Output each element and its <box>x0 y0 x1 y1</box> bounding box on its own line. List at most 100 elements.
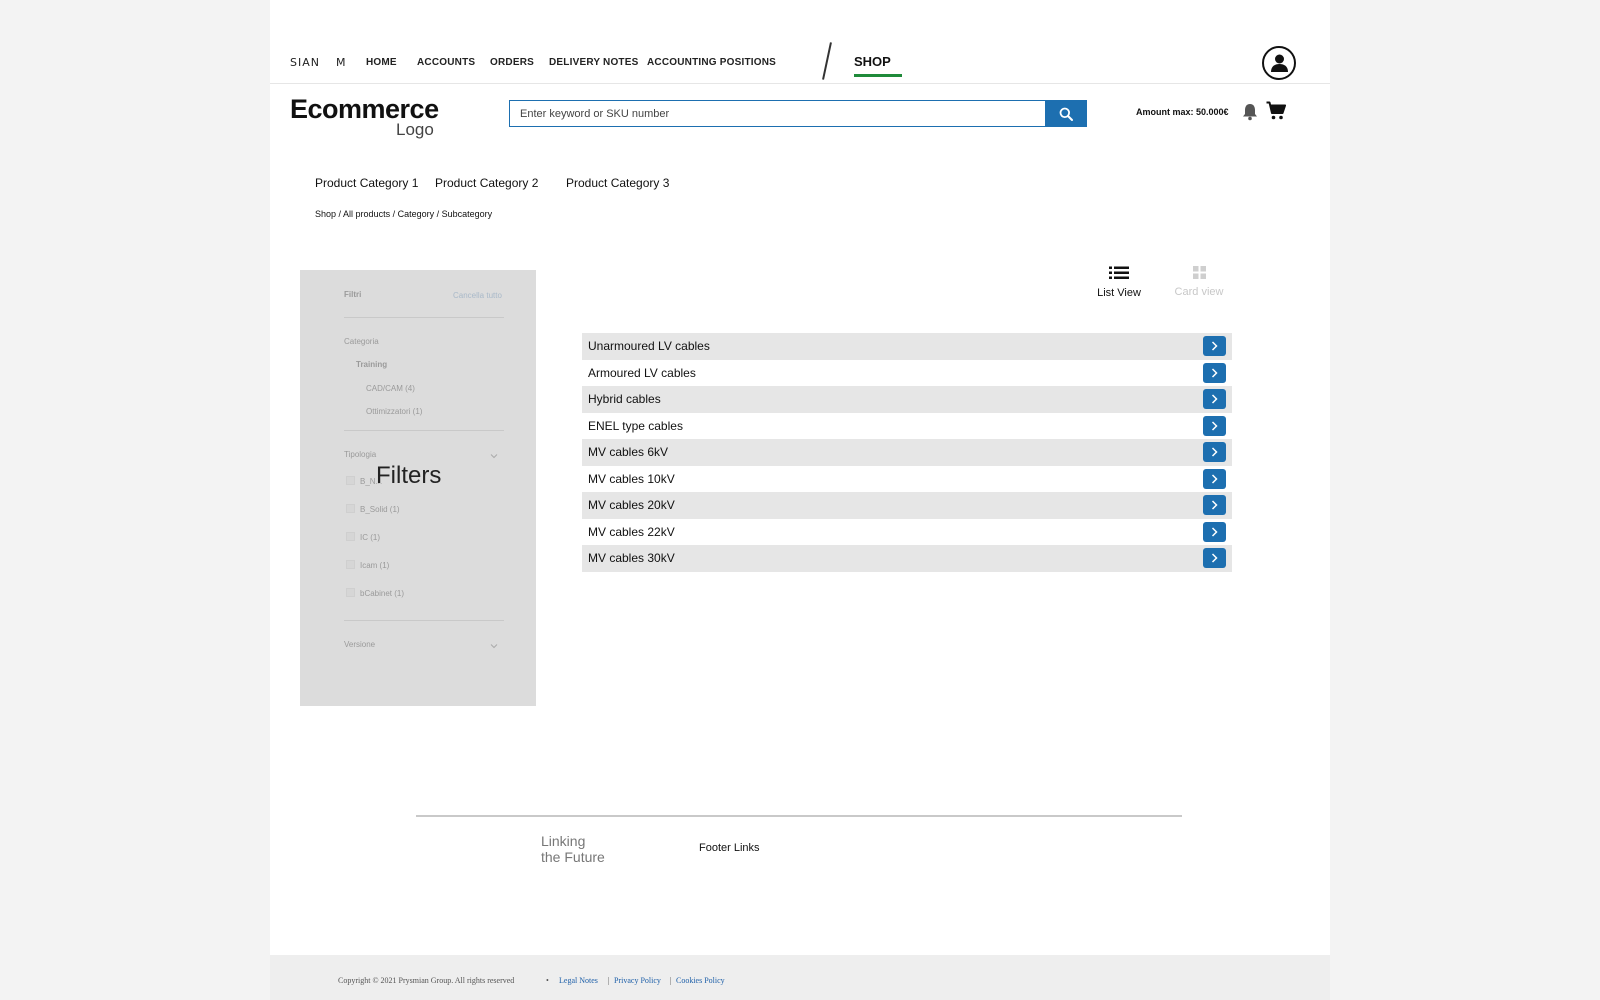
product-list: Unarmoured LV cables Armoured LV cables … <box>582 333 1232 572</box>
filters-divider <box>344 430 504 431</box>
nav-shop[interactable]: SHOP <box>854 54 891 69</box>
product-name: ENEL type cables <box>588 418 683 433</box>
filter-training[interactable]: Training <box>356 360 387 369</box>
chevron-down-icon[interactable] <box>490 642 498 650</box>
nav-divider <box>822 42 832 80</box>
product-name: Hybrid cables <box>588 392 661 407</box>
product-name: Armoured LV cables <box>588 365 696 380</box>
breadcrumb-all-products[interactable]: All products <box>343 209 390 219</box>
clear-all-link[interactable]: Cancella tutto <box>453 291 502 300</box>
product-category-3[interactable]: Product Category 3 <box>566 176 669 190</box>
filters-overlay-label: Filters <box>376 462 442 489</box>
open-product-button[interactable] <box>1203 495 1226 515</box>
card-view-label: Card view <box>1174 286 1224 298</box>
legal-notes-link[interactable]: Legal Notes <box>559 976 598 985</box>
logo-subtitle: Logo <box>396 120 434 139</box>
product-row[interactable]: MV cables 20kV <box>582 492 1232 519</box>
product-name: MV cables 6kV <box>588 445 669 460</box>
product-name: MV cables 10kV <box>588 471 675 486</box>
nav-orders[interactable]: ORDERS <box>490 57 534 68</box>
product-name: MV cables 20kV <box>588 498 675 513</box>
open-product-button[interactable] <box>1203 336 1226 356</box>
chevron-right-icon <box>1211 473 1218 484</box>
product-name: MV cables 30kV <box>588 551 675 566</box>
product-name: MV cables 22kV <box>588 524 675 539</box>
search-button[interactable] <box>1045 100 1087 127</box>
separator-pipe: | <box>608 976 610 985</box>
chevron-right-icon <box>1211 341 1218 351</box>
user-icon <box>1271 54 1288 72</box>
filter-option-label: B_Solid (1) <box>360 505 400 514</box>
filter-group-versione[interactable]: Versione <box>344 640 375 649</box>
tagline-line-1: Linking <box>541 833 586 849</box>
footer-links[interactable]: Footer Links <box>699 842 760 854</box>
product-row[interactable]: ENEL type cables <box>582 413 1232 440</box>
cookies-policy-link[interactable]: Cookies Policy <box>676 976 725 985</box>
nav-delivery-notes[interactable]: DELIVERY NOTES <box>549 57 639 68</box>
filters-divider <box>344 317 504 318</box>
open-product-button[interactable] <box>1203 468 1226 489</box>
filter-group-tipologia[interactable]: Tipologia <box>344 450 376 459</box>
top-navigation: SIAN M HOME ACCOUNTS ORDERS DELIVERY NOT… <box>270 36 1330 84</box>
product-row[interactable]: MV cables 30kV <box>582 545 1232 572</box>
filters-panel: Filtri Cancella tutto Categoria Training… <box>300 270 536 706</box>
filter-option-label: bCabinet (1) <box>360 589 405 598</box>
nav-accounting-positions[interactable]: ACCOUNTING POSITIONS <box>647 57 776 68</box>
product-row[interactable]: MV cables 10kV <box>582 466 1232 493</box>
chevron-down-icon[interactable] <box>490 452 498 460</box>
chevron-right-icon <box>1211 367 1218 378</box>
product-row[interactable]: MV cables 22kV <box>582 519 1232 546</box>
open-product-button[interactable] <box>1203 442 1226 462</box>
chevron-right-icon <box>1211 500 1218 510</box>
chevron-right-icon <box>1211 447 1218 457</box>
brand-mark-secondary: M <box>336 56 346 69</box>
list-view-toggle[interactable]: List View <box>1094 266 1144 299</box>
breadcrumb-category[interactable]: Category <box>398 209 435 219</box>
filter-checkbox[interactable] <box>346 588 355 597</box>
filter-cadcam[interactable]: CAD/CAM (4) <box>366 384 415 393</box>
open-product-button[interactable] <box>1203 415 1226 436</box>
separator-dot: • <box>546 976 549 985</box>
list-icon <box>1109 266 1129 279</box>
bell-icon[interactable] <box>1242 103 1258 121</box>
open-product-button[interactable] <box>1203 548 1226 568</box>
filters-divider <box>344 620 504 621</box>
filter-checkbox[interactable] <box>346 560 355 569</box>
open-product-button[interactable] <box>1203 389 1226 409</box>
copyright-text: Copyright © 2021 Prysmian Group. All rig… <box>338 976 515 985</box>
filter-option-label: IC (1) <box>360 533 380 542</box>
filter-group-categoria[interactable]: Categoria <box>344 337 379 346</box>
chevron-right-icon <box>1211 394 1218 404</box>
product-row[interactable]: Hybrid cables <box>582 386 1232 413</box>
filter-checkbox[interactable] <box>346 532 355 541</box>
brand-mark: SIAN <box>290 56 320 69</box>
open-product-button[interactable] <box>1203 521 1226 542</box>
footer-tagline: Linking the Future <box>541 833 605 865</box>
nav-home[interactable]: HOME <box>366 57 397 68</box>
nav-accounts[interactable]: ACCOUNTS <box>417 57 475 68</box>
cart-icon[interactable] <box>1266 101 1286 121</box>
list-view-label: List View <box>1097 287 1141 299</box>
breadcrumb-subcategory[interactable]: Subcategory <box>442 209 493 219</box>
product-category-2[interactable]: Product Category 2 <box>435 176 538 190</box>
filters-title: Filtri <box>344 290 362 299</box>
filter-ottimizzatori[interactable]: Ottimizzatori (1) <box>366 407 422 416</box>
search-input[interactable] <box>509 100 1045 127</box>
grid-icon <box>1192 266 1206 279</box>
chevron-right-icon <box>1211 420 1218 431</box>
open-product-button[interactable] <box>1203 362 1226 383</box>
product-row[interactable]: Unarmoured LV cables <box>582 333 1232 360</box>
amount-max: Amount max: 50.000€ <box>1136 107 1229 117</box>
search-icon <box>1059 107 1073 121</box>
breadcrumb-shop[interactable]: Shop <box>315 209 336 219</box>
privacy-policy-link[interactable]: Privacy Policy <box>614 976 661 985</box>
product-row[interactable]: MV cables 6kV <box>582 439 1232 466</box>
card-view-toggle[interactable]: Card view <box>1172 266 1226 298</box>
chevron-right-icon <box>1211 526 1218 537</box>
filter-checkbox[interactable] <box>346 476 355 485</box>
account-button[interactable] <box>1262 46 1296 80</box>
product-name: Unarmoured LV cables <box>588 339 710 354</box>
product-row[interactable]: Armoured LV cables <box>582 360 1232 387</box>
product-category-1[interactable]: Product Category 1 <box>315 176 418 190</box>
filter-checkbox[interactable] <box>346 504 355 513</box>
